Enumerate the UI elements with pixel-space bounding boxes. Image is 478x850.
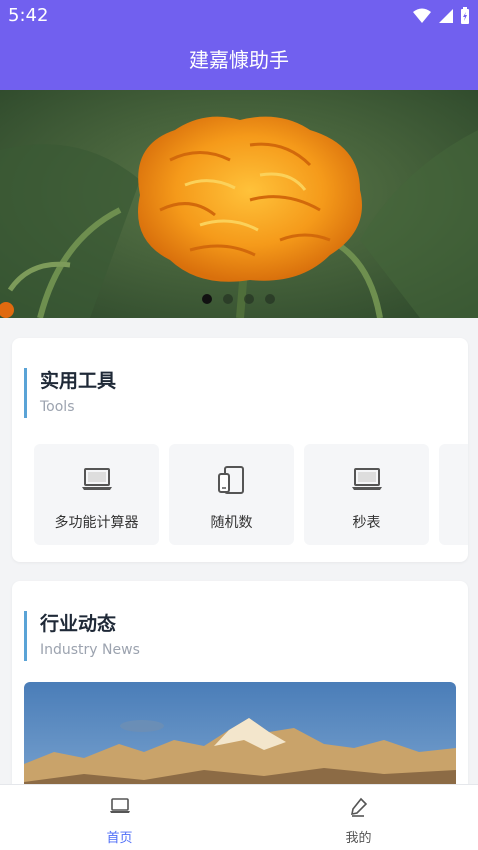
tab-home[interactable]: 首页 [0, 785, 239, 850]
battery-icon [461, 7, 469, 24]
tool-random-number[interactable]: 随机数 [169, 444, 294, 545]
section-header: 实用工具 Tools [24, 368, 116, 418]
status-bar: 5:42 [0, 0, 478, 32]
section-header: 行业动态 Industry News [24, 611, 140, 661]
tool-stopwatch[interactable]: 秒表 [304, 444, 429, 545]
app-header: 建嘉慷助手 [0, 32, 478, 90]
tool-label: 秒表 [352, 515, 381, 531]
section-title: 实用工具 [40, 370, 117, 392]
carousel-indicator[interactable] [202, 294, 275, 304]
carousel-dot[interactable] [223, 294, 233, 304]
tab-mine[interactable]: 我的 [239, 785, 478, 850]
status-icons [412, 6, 470, 26]
laptop-icon [0, 797, 239, 815]
wifi-icon [413, 8, 431, 23]
tools-list[interactable]: 多功能计算器 随机数 秒表 [34, 444, 468, 545]
status-time: 5:42 [8, 5, 49, 26]
bottom-tab-bar: 首页 我的 [0, 784, 478, 850]
devices-icon [169, 466, 294, 494]
app-title: 建嘉慷助手 [189, 48, 289, 72]
laptop-icon [304, 466, 429, 494]
tab-label: 我的 [345, 831, 372, 846]
banner-carousel[interactable] [0, 90, 478, 318]
tab-label: 首页 [106, 831, 133, 846]
carousel-dot[interactable] [244, 294, 254, 304]
signal-icon [439, 9, 453, 23]
carousel-dot[interactable] [202, 294, 212, 304]
carousel-dot[interactable] [265, 294, 275, 304]
section-subtitle: Industry News [40, 642, 140, 658]
tool-calculator[interactable]: 多功能计算器 [34, 444, 159, 545]
tool-label: 多功能计算器 [54, 515, 139, 531]
banner-image [0, 90, 478, 318]
tools-card: 实用工具 Tools 多功能计算器 随机数 秒表 [12, 338, 468, 562]
laptop-icon [34, 466, 159, 494]
tool-label: 随机数 [210, 515, 253, 531]
section-subtitle: Tools [40, 399, 75, 415]
section-title: 行业动态 [40, 613, 117, 635]
tool-partial[interactable] [439, 444, 468, 545]
pen-icon [239, 797, 478, 817]
